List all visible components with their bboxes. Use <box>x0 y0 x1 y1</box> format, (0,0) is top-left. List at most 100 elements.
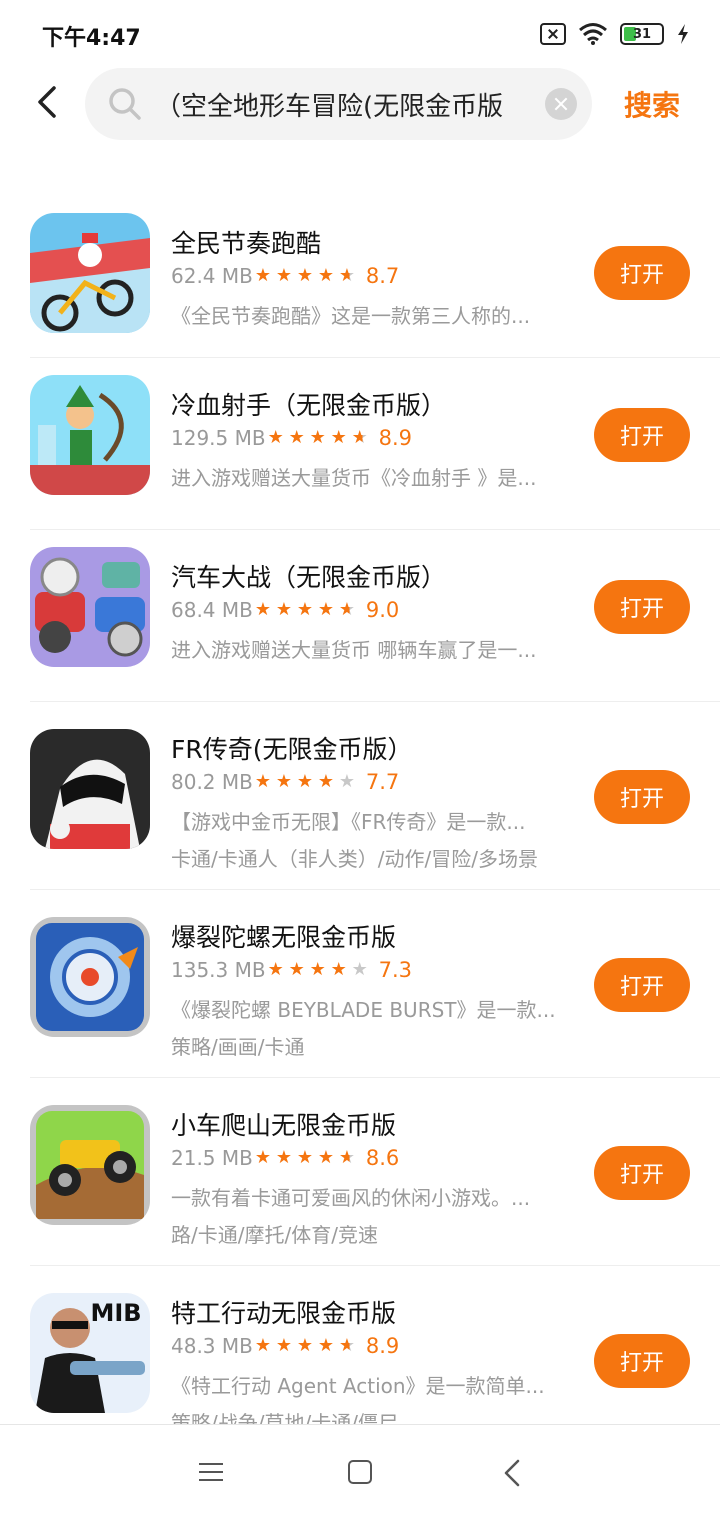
star-icon: ★ <box>309 959 326 980</box>
rating-score: 7.3 <box>378 958 412 982</box>
app-meta: 48.3 MB ★ ★ ★ ★ ★ 8.9 <box>171 1334 399 1358</box>
rating-score: 8.7 <box>365 264 400 288</box>
battle-car-icon <box>30 547 150 667</box>
open-button[interactable]: 打开 <box>594 408 690 462</box>
rating-stars: ★ ★ ★ ★ ★ <box>255 1336 360 1356</box>
list-item[interactable]: 汽车大战（无限金币版） 68.4 MB ★ ★ ★ ★ ★ 9.0 进入游戏赠送大量货币… <box>30 530 720 702</box>
open-button[interactable]: 打开 <box>594 580 690 634</box>
list-item[interactable]: 冷血射手（无限金币版） 129.5 MB ★ ★ ★ ★ ★ 8.9 进入游戏赠送大量货… <box>30 358 720 530</box>
home-icon[interactable] <box>348 1460 372 1484</box>
star-icon: ★ <box>330 427 347 448</box>
open-button[interactable]: 打开 <box>594 1334 690 1388</box>
app-list: 全民节奏跑酷 62.4 MB ★ ★ ★ ★ ★ 8.7 《全民节奏跑酷》这是一款第三人… <box>0 196 720 1424</box>
mib-agent-icon: MIB <box>30 1293 150 1413</box>
open-button[interactable]: 打开 <box>594 1146 690 1200</box>
no-sim-icon <box>540 23 566 45</box>
app-description: 一款有着卡通可爱画风的休闲小游戏。... <box>171 1186 531 1210</box>
app-meta: 68.4 MB ★ ★ ★ ★ ★ 9.0 <box>171 598 399 622</box>
search-box[interactable]: 空全地形车冒险(无限金币版） <box>85 68 592 140</box>
rating-score: 9.0 <box>365 598 400 622</box>
star-icon: ★ <box>339 266 360 286</box>
star-icon: ★ <box>296 1335 314 1356</box>
app-size: 129.5 MB <box>171 426 266 450</box>
app-description: 《全民节奏跑酷》这是一款第三人称的... <box>171 304 531 328</box>
list-item[interactable]: MIB 特工行动无限金币版 48.3 MB ★ ★ ★ ★ ★ 8.9 《特工行动 Ag… <box>30 1266 720 1424</box>
star-icon: ★ <box>339 1148 360 1168</box>
app-name: 冷血射手（无限金币版） <box>171 391 447 420</box>
search-header: 空全地形车冒险(无限金币版） 搜索 <box>0 68 720 142</box>
rating-stars: ★ ★ ★ ★ ★ <box>255 1148 360 1168</box>
star-icon: ★ <box>275 599 293 620</box>
app-size: 68.4 MB <box>171 598 253 622</box>
status-icons: 31 <box>540 22 690 46</box>
star-icon: ★ <box>275 1147 293 1168</box>
app-size: 62.4 MB <box>171 264 253 288</box>
app-tags: 卡通/卡通人（非人类）/动作/冒险/多场景 <box>171 847 538 871</box>
app-meta: 135.3 MB ★ ★ ★ ★ ★ 7.3 <box>171 958 412 982</box>
app-tags: 路/卡通/摩托/体育/竞速 <box>171 1223 378 1247</box>
star-icon: ★ <box>338 771 356 792</box>
star-icon: ★ <box>352 428 373 448</box>
clear-search-icon[interactable] <box>545 88 577 120</box>
star-icon: ★ <box>254 1335 272 1356</box>
star-icon: ★ <box>254 599 272 620</box>
app-name: 全民节奏跑酷 <box>171 229 322 258</box>
charging-icon <box>678 24 688 44</box>
rating-score: 8.9 <box>365 1334 400 1358</box>
rating-stars: ★ ★ ★ ★ ★ <box>268 428 373 448</box>
star-icon: ★ <box>275 771 293 792</box>
star-icon: ★ <box>317 599 335 620</box>
list-item[interactable]: 小车爬山无限金币版 21.5 MB ★ ★ ★ ★ ★ 8.6 一款有着卡通可爱画风的休… <box>30 1078 720 1266</box>
star-icon: ★ <box>330 959 347 980</box>
star-icon: ★ <box>288 427 305 448</box>
rating-score: 7.7 <box>365 770 400 794</box>
app-description: 【游戏中金币无限】《FR传奇》是一款... <box>171 810 526 834</box>
star-icon: ★ <box>288 959 305 980</box>
open-button[interactable]: 打开 <box>594 770 690 824</box>
star-icon: ★ <box>275 1335 293 1356</box>
app-description: 进入游戏赠送大量货币《冷血射手 》是... <box>171 466 537 490</box>
bike-rider-icon <box>30 213 150 333</box>
app-size: 48.3 MB <box>171 1334 253 1358</box>
star-icon: ★ <box>339 600 360 620</box>
star-icon: ★ <box>296 1147 314 1168</box>
open-button[interactable]: 打开 <box>594 246 690 300</box>
app-size: 135.3 MB <box>171 958 266 982</box>
battery-level: 31 <box>632 26 652 42</box>
star-icon: ★ <box>254 771 272 792</box>
spinning-top-icon <box>30 917 150 1037</box>
app-name: 汽车大战（无限金币版） <box>171 563 447 592</box>
menu-icon[interactable] <box>198 1461 224 1483</box>
app-meta: 129.5 MB ★ ★ ★ ★ ★ 8.9 <box>171 426 412 450</box>
star-icon: ★ <box>267 427 284 448</box>
mib-logo-text: MIB <box>90 1299 141 1327</box>
battery-indicator: 31 <box>620 23 664 45</box>
open-button[interactable]: 打开 <box>594 958 690 1012</box>
app-meta: 21.5 MB ★ ★ ★ ★ ★ 8.6 <box>171 1146 399 1170</box>
app-name: 爆裂陀螺无限金币版 <box>171 923 397 952</box>
rating-stars: ★ ★ ★ ★ ★ <box>268 960 373 980</box>
star-icon: ★ <box>317 1335 335 1356</box>
star-icon: ★ <box>267 959 284 980</box>
app-tags: 策略/画画/卡通 <box>171 1035 305 1059</box>
back-arrow-icon[interactable] <box>28 82 68 122</box>
navigation-bar <box>0 1424 720 1520</box>
star-icon: ★ <box>339 1336 360 1356</box>
list-item[interactable]: 全民节奏跑酷 62.4 MB ★ ★ ★ ★ ★ 8.7 《全民节奏跑酷》这是一款第三人… <box>30 196 720 358</box>
search-button[interactable]: 搜索 <box>624 84 680 124</box>
app-name: 特工行动无限金币版 <box>171 1299 397 1328</box>
app-size: 21.5 MB <box>171 1146 253 1170</box>
app-tags: 策略/战争/草地/卡通/僵尸 <box>171 1411 398 1424</box>
rating-score: 8.9 <box>378 426 412 450</box>
search-input[interactable]: 空全地形车冒险(无限金币版） <box>155 86 540 123</box>
app-name: 小车爬山无限金币版 <box>171 1111 397 1140</box>
wifi-icon <box>579 23 607 45</box>
star-icon: ★ <box>317 1147 335 1168</box>
app-description: 进入游戏赠送大量货币 哪辆车赢了是一... <box>171 638 537 662</box>
app-meta: 80.2 MB ★ ★ ★ ★ ★ 7.7 <box>171 770 399 794</box>
list-item[interactable]: FR传奇(无限金币版） 80.2 MB ★ ★ ★ ★ ★ 7.7 【游戏中金币无限】《… <box>30 702 720 890</box>
back-icon[interactable] <box>500 1459 524 1487</box>
rating-stars: ★ ★ ★ ★ ★ <box>255 600 360 620</box>
list-item[interactable]: 爆裂陀螺无限金币版 135.3 MB ★ ★ ★ ★ ★ 7.3 《爆裂陀螺 BEYBL… <box>30 890 720 1078</box>
rating-stars: ★ ★ ★ ★ ★ <box>255 772 360 792</box>
